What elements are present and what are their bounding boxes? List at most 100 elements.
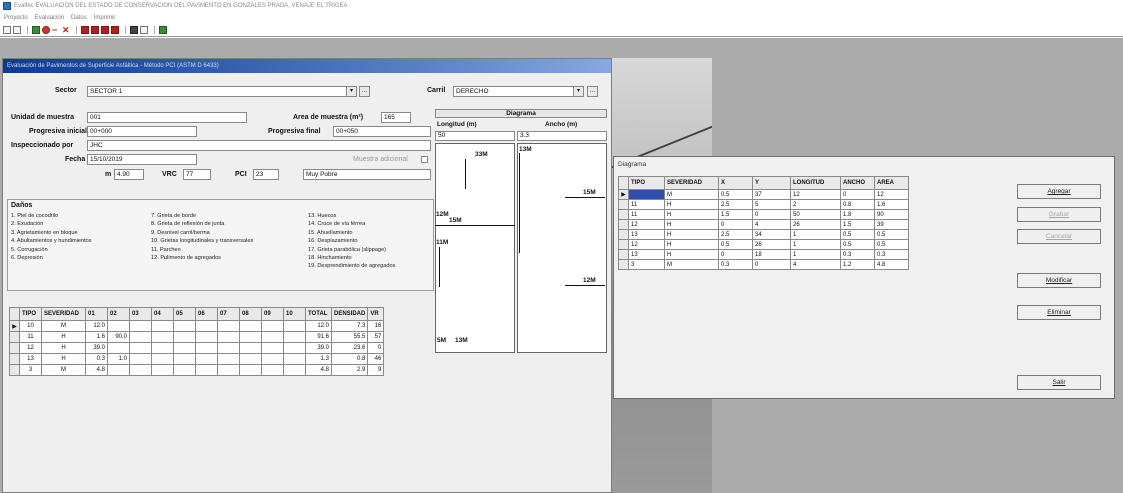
column-header[interactable]: SEVERIDAD (41, 307, 86, 321)
grid-cell[interactable] (217, 342, 240, 354)
row-selector[interactable] (9, 342, 20, 354)
grid-cell[interactable] (283, 331, 306, 343)
prev-record-icon[interactable] (91, 25, 99, 34)
fecha-field[interactable]: 15/10/2019 (87, 154, 197, 165)
grid-cell[interactable] (129, 353, 152, 365)
grid-cell[interactable]: 13 (19, 353, 42, 365)
grid-cell[interactable] (107, 342, 130, 354)
grid-cell[interactable]: 0 (718, 249, 753, 260)
grid-cell[interactable]: 4.8 (85, 364, 108, 376)
grid-cell[interactable]: H (664, 239, 719, 250)
grid-cell[interactable] (261, 331, 284, 343)
grid-cell[interactable]: H (41, 331, 86, 343)
column-header[interactable]: TOTAL (305, 307, 332, 321)
grid-cell[interactable]: 12.0 (305, 320, 332, 332)
row-selector[interactable] (618, 229, 629, 240)
grid-cell[interactable] (217, 320, 240, 332)
grid-cell[interactable]: 4 (752, 219, 791, 230)
column-header[interactable]: DENSIDAD (330, 307, 369, 321)
grabar-button[interactable]: Grabar (1017, 207, 1101, 222)
grid-cell[interactable] (283, 320, 306, 332)
grid-cell[interactable] (173, 320, 196, 332)
grid-cell[interactable] (195, 331, 218, 343)
diagram-canvas-right[interactable] (517, 143, 607, 353)
table-row[interactable]: 13 H 2.5 34 1 0.5 0.5 (618, 229, 909, 240)
diagram-marker[interactable]: 12M (583, 277, 596, 284)
row-selector[interactable] (9, 364, 20, 376)
menu-proyecto[interactable]: Proyecto (4, 15, 28, 21)
grid-cell[interactable]: 39.0 (85, 342, 108, 354)
last-record-icon[interactable] (111, 25, 119, 34)
grid-cell[interactable]: 9 (367, 364, 385, 376)
grid-cell[interactable] (195, 353, 218, 365)
grid-cell[interactable]: 37 (752, 189, 791, 200)
grid-cell[interactable] (129, 342, 152, 354)
report-icon[interactable] (159, 25, 167, 34)
grid-cell[interactable] (173, 364, 196, 376)
salir-button[interactable]: Salir (1017, 375, 1101, 390)
progresiva-final-field[interactable]: 00+050 (333, 126, 431, 137)
grid-cell[interactable]: 46 (367, 353, 385, 365)
calculator-icon[interactable] (140, 25, 148, 34)
grid-cell[interactable]: H (41, 342, 86, 354)
grid-cell[interactable]: 2 (790, 199, 841, 210)
menu-datos[interactable]: Datos (71, 15, 87, 21)
grid-cell[interactable] (151, 320, 174, 332)
new-file-icon[interactable] (3, 25, 11, 34)
grid-cell[interactable]: 11 (628, 199, 665, 210)
grid-cell[interactable]: H (664, 229, 719, 240)
grid-cell[interactable]: 90 (874, 209, 909, 220)
grid-cell[interactable]: 0 (752, 259, 791, 270)
grid-cell[interactable]: 90.0 (107, 331, 130, 343)
table-row[interactable]: ▶ 10 M 12.0 12.0 7.3 16 (9, 320, 385, 332)
column-header[interactable]: 06 (195, 307, 218, 321)
grid-cell[interactable] (261, 353, 284, 365)
vrc-field[interactable]: 77 (183, 169, 211, 180)
grid-cell[interactable]: 0.3 (85, 353, 108, 365)
grid-cell[interactable]: 1.5 (718, 209, 753, 220)
table-row[interactable]: 3 M 0.3 0 4 1.2 4.8 (618, 259, 909, 270)
ancho-field[interactable]: 3.3 (517, 131, 607, 141)
grid-cell[interactable]: M (41, 320, 86, 332)
carril-select[interactable]: DERECHO (453, 86, 583, 97)
table-row[interactable]: 11 H 1.5 0 50 1.8 90 (618, 209, 909, 220)
area-field[interactable]: 165 (381, 112, 411, 123)
delete-icon[interactable]: − (52, 25, 60, 34)
edit-icon[interactable] (32, 25, 40, 34)
diagram-marker[interactable]: 15M (583, 189, 596, 196)
menu-imprimir[interactable]: Imprimir (94, 15, 116, 21)
row-selector[interactable] (618, 199, 629, 210)
table-row[interactable]: 13 H 0.3 1.0 1.3 0.8 46 (9, 353, 385, 365)
column-header[interactable]: 09 (261, 307, 284, 321)
diagram-canvas-left[interactable] (435, 143, 515, 353)
grid-cell[interactable] (283, 342, 306, 354)
eliminar-button[interactable]: Eliminar (1017, 305, 1101, 320)
grid-cell[interactable]: 0.3 (840, 249, 875, 260)
grid-cell[interactable]: 26 (752, 239, 791, 250)
cancelar-button[interactable]: Cancelar (1017, 229, 1101, 244)
column-header[interactable]: LONGITUD (790, 176, 841, 190)
grid-cell[interactable]: 11 (628, 209, 665, 220)
grid-cell[interactable]: 91.6 (305, 331, 332, 343)
sector-add-button[interactable]: … (359, 86, 370, 97)
grid-cell[interactable] (173, 353, 196, 365)
grid-cell[interactable]: H (664, 199, 719, 210)
column-header[interactable]: AREA (874, 176, 909, 190)
row-selector[interactable] (618, 259, 629, 270)
grid-cell[interactable] (217, 364, 240, 376)
diagram-marker[interactable]: 13M (519, 146, 532, 153)
grid-cell[interactable]: 2.5 (718, 229, 753, 240)
grid-cell[interactable]: 57 (367, 331, 385, 343)
diagram-marker[interactable]: 13M (455, 337, 468, 344)
grid-cell[interactable]: H (664, 249, 719, 260)
grid-cell[interactable]: 1.6 (874, 199, 909, 210)
grid-cell[interactable]: 39 (874, 219, 909, 230)
grid-cell[interactable]: 0.8 (840, 199, 875, 210)
close-icon[interactable]: ✕ (62, 25, 70, 34)
grid-cell[interactable] (195, 320, 218, 332)
grid-cell[interactable]: 4.8 (305, 364, 332, 376)
row-selector[interactable] (9, 331, 20, 343)
next-record-icon[interactable] (101, 25, 109, 34)
grid-cell[interactable] (107, 320, 130, 332)
grid-cell[interactable]: 16 (367, 320, 385, 332)
